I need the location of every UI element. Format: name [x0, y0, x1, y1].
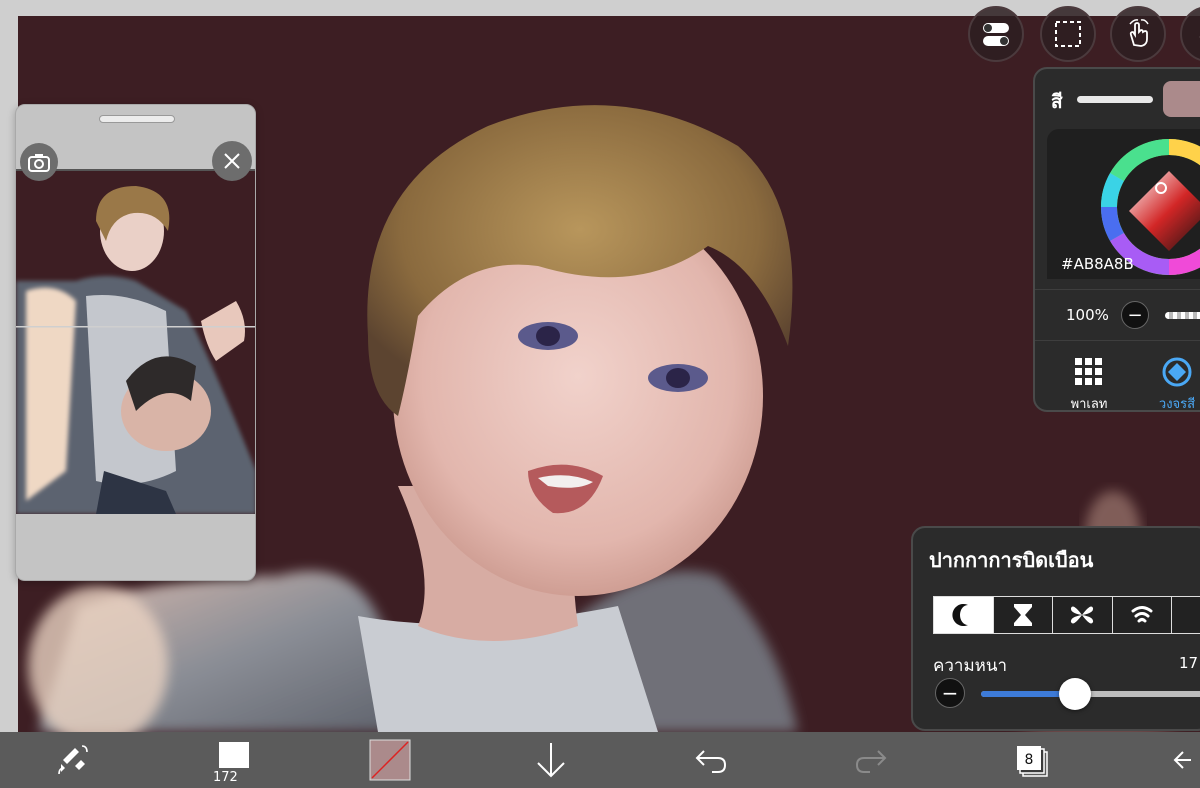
toggle-switch-icon — [983, 23, 1009, 46]
redo-button[interactable] — [846, 732, 896, 788]
reference-drag-handle[interactable] — [99, 115, 175, 123]
eraser-icon — [1199, 36, 1200, 38]
hourglass-icon — [1013, 604, 1032, 626]
thickness-decrease-button[interactable]: − — [935, 678, 965, 708]
color-panel: สี #AB8A8B 100% − พาเลท วงจรสี — [1033, 67, 1200, 412]
swap-tools-button[interactable] — [48, 732, 98, 788]
swirl-icon — [1131, 606, 1153, 623]
selection-marquee-icon — [1055, 21, 1081, 47]
app-root: สี #AB8A8B 100% − พาเลท วงจรสี ปากกาการบ… — [0, 0, 1200, 788]
color-button[interactable] — [362, 732, 418, 788]
brush-size-value: 172 — [213, 770, 238, 785]
reference-artwork — [16, 186, 255, 514]
mode-more-button[interactable] — [1172, 597, 1200, 633]
opacity-value: 100% — [1066, 306, 1109, 324]
opacity-slider[interactable] — [1165, 312, 1200, 319]
arrow-left-icon — [1173, 751, 1191, 769]
tab-palette[interactable]: พาเลท — [1049, 351, 1129, 410]
camera-icon — [28, 154, 50, 172]
opacity-decrease-button[interactable]: − — [1121, 301, 1149, 329]
brush-eraser-swap-icon — [58, 745, 88, 775]
thickness-slider[interactable] — [981, 678, 1200, 710]
brush-size-preview-icon — [219, 742, 249, 768]
tab-color-wheel-label: วงจรสี — [1158, 397, 1196, 412]
current-color-icon — [369, 739, 411, 781]
close-icon — [224, 153, 240, 169]
palette-grid-icon — [1075, 358, 1102, 385]
back-button[interactable] — [1164, 732, 1200, 788]
thickness-value: 17 — [1179, 654, 1199, 672]
layers-button[interactable]: 8 — [1006, 732, 1056, 788]
brush-panel-title: ปากกาการบิดเบือน — [929, 548, 1094, 572]
hex-value[interactable]: #AB8A8B — [1061, 255, 1134, 273]
undo-icon — [695, 750, 727, 773]
toggle-panels-button[interactable] — [968, 6, 1024, 62]
layers-icon: 8 — [1017, 746, 1048, 777]
moon-crescent-icon — [952, 604, 969, 626]
mode-swirl-button[interactable] — [1113, 597, 1173, 633]
reference-image[interactable] — [16, 171, 255, 514]
tab-color-wheel[interactable]: วงจรสี — [1137, 351, 1200, 410]
reference-camera-button[interactable] — [20, 143, 58, 181]
brightness-slider[interactable] — [1077, 96, 1153, 103]
layer-count: 8 — [1025, 752, 1034, 768]
reference-window[interactable] — [15, 104, 256, 581]
tab-palette-label: พาเลท — [1070, 397, 1108, 412]
mode-hourglass-button[interactable] — [994, 597, 1054, 633]
thickness-label: ความหนา — [933, 656, 1008, 676]
reference-close-button[interactable] — [212, 141, 252, 181]
hand-tool-button[interactable] — [1110, 6, 1166, 62]
mode-push-button[interactable] — [934, 597, 994, 633]
current-color-swatch[interactable] — [1163, 81, 1200, 117]
opacity-row: 100% − — [1035, 289, 1200, 341]
selection-button[interactable] — [1040, 6, 1096, 62]
bottom-toolbar: 8 — [0, 732, 1200, 788]
brush-mode-selector — [933, 596, 1200, 634]
undo-button[interactable] — [686, 732, 736, 788]
download-layer-button[interactable] — [526, 732, 576, 788]
pinch-clover-icon — [1071, 606, 1094, 624]
color-wheel-icon — [1162, 357, 1192, 387]
color-wheel-area[interactable]: #AB8A8B — [1047, 129, 1200, 279]
color-panel-title: สี — [1051, 91, 1063, 113]
arrow-down-icon — [537, 743, 565, 778]
redo-icon — [855, 750, 887, 773]
liquify-brush-panel: ปากกาการบิดเบือน ความหนา 17 − — [911, 526, 1200, 731]
hand-touch-icon — [1129, 19, 1149, 47]
thickness-slider-knob[interactable] — [1059, 678, 1092, 710]
mode-pinch-button[interactable] — [1053, 597, 1113, 633]
